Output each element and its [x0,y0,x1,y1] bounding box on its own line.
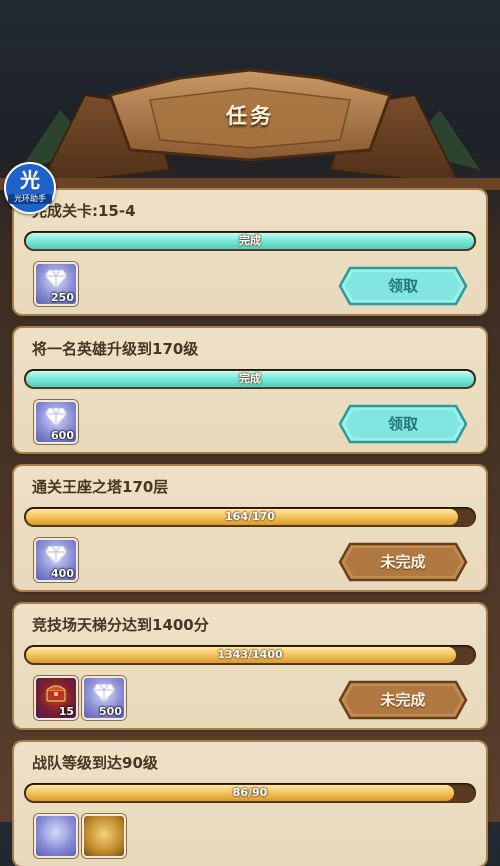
progress-bar: 86/90 [24,783,476,803]
task-card: 通关王座之塔170层 164/170 400 未完成 [14,466,486,590]
progress-bar: 1343/1400 [24,645,476,665]
task-title: 通关王座之塔170层 [32,478,169,496]
progress-text: 1343/1400 [217,648,283,661]
helper-app-badge[interactable]: 光 光环助手 [4,162,56,214]
claim-button-label: 领取 [387,277,418,295]
task-card: 竞技场天梯分达到1400分 1343/1400 15 500 未完成 [14,604,486,728]
task-card: 完成关卡:15-4 完成 250 领取 [14,190,486,314]
page-title: 任务 [226,104,274,128]
reward-item[interactable]: 400 [34,538,78,582]
reward-item[interactable]: 500 [82,676,126,720]
incomplete-button-label: 未完成 [380,553,426,571]
reward-item[interactable] [34,814,78,858]
treasure-chest-icon [46,685,66,702]
reward-item[interactable] [82,814,126,858]
progress-text: 164/170 [225,510,275,523]
task-title: 竞技场天梯分达到1400分 [32,616,209,634]
badge-label: 光环助手 [8,194,52,204]
claim-button[interactable]: 领取 [338,404,468,444]
incomplete-button-label: 未完成 [380,691,426,709]
reward-item[interactable]: 15 [34,676,78,720]
progress-bar: 完成 [24,369,476,389]
claim-button[interactable]: 领取 [338,266,468,306]
claim-button-label: 领取 [387,415,418,433]
incomplete-button[interactable]: 未完成 [338,542,468,582]
reward-item[interactable]: 600 [34,400,78,444]
incomplete-button[interactable]: 未完成 [338,680,468,720]
task-card: 战队等级到达90级 86/90 [14,742,486,866]
progress-text: 完成 [239,372,261,385]
task-title: 战队等级到达90级 [32,754,158,772]
reward-quantity: 500 [99,705,122,718]
progress-text: 完成 [239,234,261,247]
reward-quantity: 400 [51,567,74,580]
badge-glyph: 光 [20,168,40,192]
task-card: 将一名英雄升级到170级 完成 600 领取 [14,328,486,452]
reward-quantity: 15 [58,705,74,718]
header-banner: 任务 [0,0,500,190]
reward-item[interactable]: 250 [34,262,78,306]
progress-bar: 完成 [24,231,476,251]
banner-frame [0,68,500,190]
reward-quantity: 600 [51,429,74,442]
progress-text: 86/90 [232,786,268,799]
diamond-icon [45,546,67,564]
diamond-icon [93,684,115,702]
progress-bar: 164/170 [24,507,476,527]
reward-quantity: 250 [51,291,74,304]
diamond-icon [45,270,67,288]
diamond-icon [45,408,67,426]
task-title: 将一名英雄升级到170级 [32,340,199,358]
